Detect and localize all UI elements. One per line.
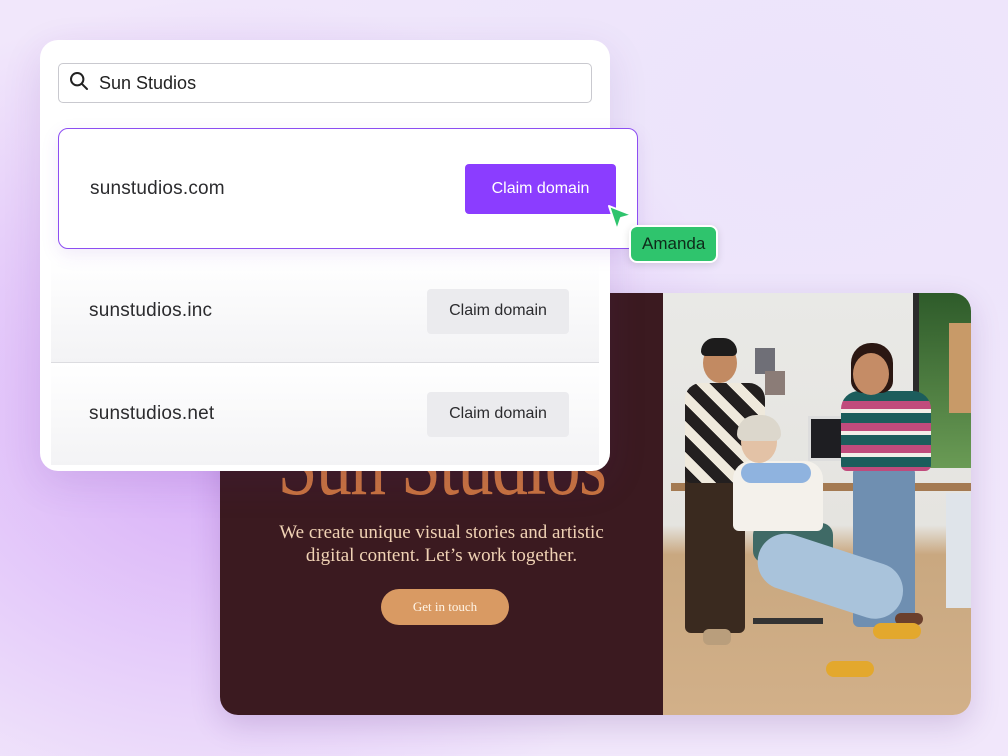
website-subtitle: We create unique visual stories and arti… [279,522,604,566]
person-figure [826,661,874,677]
claim-domain-button[interactable]: Claim domain [427,288,569,334]
domain-name: sunstudios.com [90,177,225,199]
team-photo [663,293,971,715]
domain-search-panel: sunstudios.inc Claim domain sunstudios.n… [40,40,610,471]
photo-cabinet [946,493,971,608]
photo-artwork [765,371,785,395]
search-input[interactable] [99,72,569,94]
claim-domain-button-primary[interactable]: Claim domain [465,163,616,214]
person-figure [741,463,811,483]
person-figure [737,415,781,441]
domain-name: sunstudios.inc [89,300,213,321]
person-figure [703,629,731,645]
office-chair [753,618,823,624]
domain-result-row-selected[interactable]: sunstudios.com Claim domain [58,128,638,249]
person-figure [873,623,921,639]
search-box[interactable] [58,63,592,103]
photo-board [949,323,971,413]
domain-result-row: sunstudios.inc Claim domain [51,260,599,362]
domain-name: sunstudios.net [89,403,215,424]
search-icon [69,71,89,96]
claim-domain-button[interactable]: Claim domain [427,391,569,437]
domain-result-row: sunstudios.net Claim domain [51,363,599,465]
person-figure [841,391,931,471]
person-figure [701,338,737,356]
collaborator-name-tag: Amanda [629,225,719,263]
person-figure [853,353,889,395]
get-in-touch-button[interactable]: Get in touch [381,589,509,625]
